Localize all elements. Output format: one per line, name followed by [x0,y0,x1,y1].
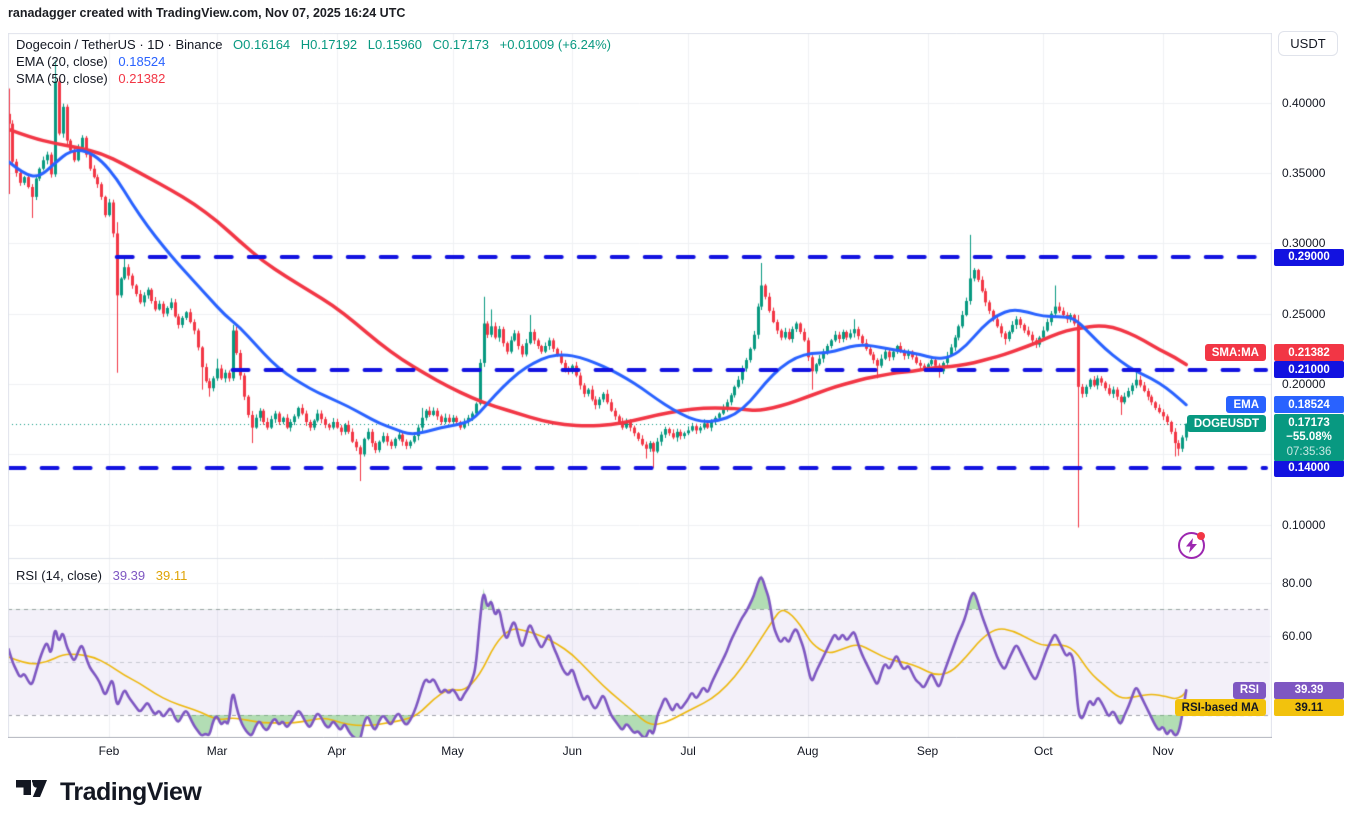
symbol-series-badge[interactable]: DOGEUSDT [1186,415,1266,433]
month-label-mar: Mar [206,744,228,758]
bar-countdown: 07:35:36 [1286,445,1332,458]
rsi-legend: RSI (14, close) 39.39 39.11 [16,568,187,583]
notification-dot [1197,532,1205,540]
main-legend: Dogecoin / TetherUS · 1D · Binance O0.16… [16,36,611,87]
rsi-ma-value-badge: 39.11 [1274,699,1344,717]
last-price-badge: 0.17173 −55.08% 07:35:36 [1274,413,1344,462]
chart-canvas[interactable] [8,33,1272,738]
rsi-ma-series-badge[interactable]: RSI-based MA [1174,699,1266,717]
sma-series-badge[interactable]: SMA:MA [1204,344,1266,362]
month-label-apr: Apr [327,744,347,758]
month-label-aug: Aug [797,744,819,758]
level-badge-021: 0.21000 [1274,361,1344,379]
lightning-bolt-icon [1186,538,1197,553]
price-tick-label: 0.40000 [1282,95,1326,110]
month-label-nov: Nov [1152,744,1174,758]
currency-toggle-button[interactable]: USDT [1278,31,1338,56]
month-label-jun: Jun [562,744,582,758]
rsi-value-badge: 39.39 [1274,681,1344,699]
ema-value-badge: 0.18524 [1274,396,1344,414]
rsi-series-badge[interactable]: RSI [1232,681,1266,699]
symbol-title[interactable]: Dogecoin / TetherUS · 1D · Binance [16,37,222,52]
sma-value-badge: 0.21382 [1274,344,1344,362]
tradingview-logo[interactable]: TradingView [16,778,202,807]
ohlc-high: H0.17192 [300,37,358,52]
price-tick-label: 0.25000 [1282,306,1326,321]
ohlc-low: L0.15960 [367,37,423,52]
ema-legend-value: 0.18524 [118,54,166,69]
ohlc-close: C0.17173 [432,37,490,52]
rsi-tick-label: 60.00 [1282,628,1313,643]
rsi-legend-label[interactable]: RSI (14, close) [16,568,102,583]
month-label-sep: Sep [916,744,939,758]
ema-legend-label[interactable]: EMA (20, close) [16,54,108,69]
rsi-ma-legend-value: 39.11 [155,568,188,583]
level-badge-029: 0.29000 [1274,248,1344,266]
price-tick-label: 0.35000 [1282,165,1326,180]
sma-legend-label[interactable]: SMA (50, close) [16,71,108,86]
rsi-legend-value: 39.39 [112,568,146,583]
ohlc-change: +0.01009 (+6.24%) [499,37,611,52]
sma-legend-value: 0.21382 [118,71,166,86]
chart-container: Dogecoin / TetherUS · 1D · Binance O0.16… [0,28,1352,758]
tradingview-mark-icon [16,779,47,797]
month-label-may: May [441,744,464,758]
ohlc-open: O0.16164 [233,37,291,52]
flash-news-icon[interactable] [1178,532,1205,559]
month-label-feb: Feb [98,744,120,758]
month-label-oct: Oct [1034,744,1053,758]
credit-line: ranadagger created with TradingView.com,… [8,6,406,20]
price-tick-label: 0.10000 [1282,517,1326,532]
month-label-jul: Jul [680,744,696,758]
rsi-tick-label: 80.00 [1282,576,1313,590]
ema-series-badge[interactable]: EMA [1226,396,1266,414]
logo-wordmark: TradingView [60,778,202,806]
last-price-value: 0.17173 [1288,416,1330,429]
level-badge-014: 0.14000 [1274,459,1344,477]
last-price-change: −55.08% [1286,431,1332,444]
price-tick-label: 0.20000 [1282,377,1326,391]
